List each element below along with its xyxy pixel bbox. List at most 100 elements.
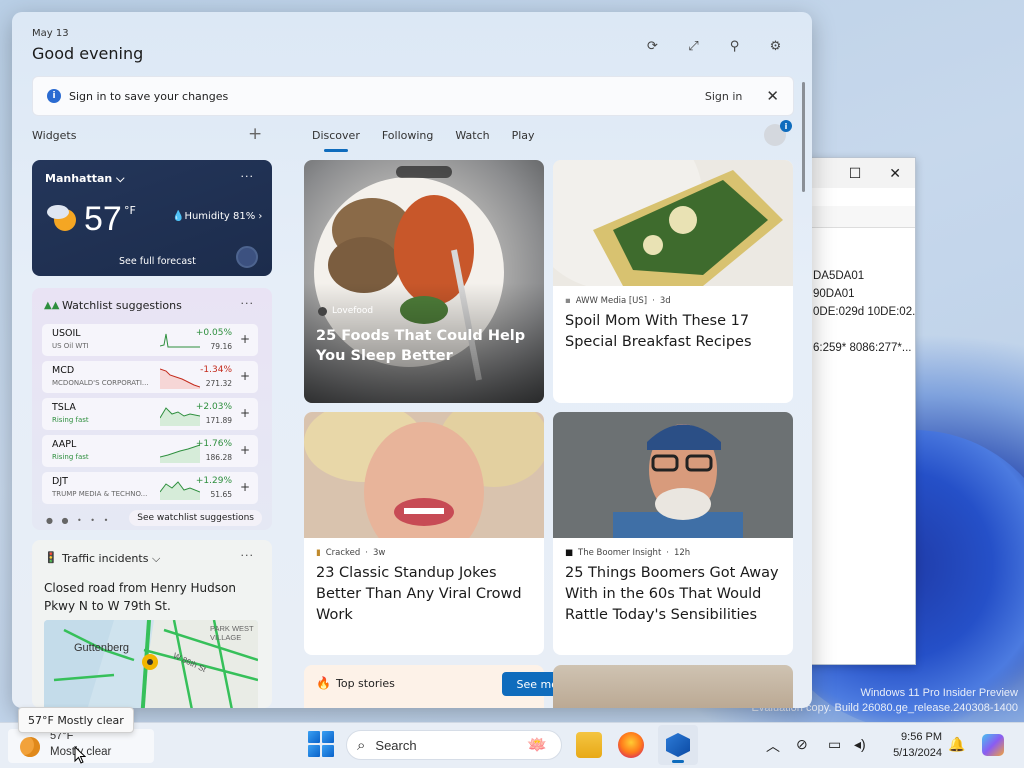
stock-symbol: AAPL [52, 439, 77, 450]
refresh-icon[interactable]: ⟳ [644, 38, 661, 55]
add-stock-button[interactable]: + [240, 369, 250, 383]
tab-watch[interactable]: Watch [455, 129, 489, 142]
feed-tabs: Discover Following Watch Play [312, 129, 535, 152]
network-icon[interactable]: ⊘ [796, 736, 808, 753]
stock-sub: MCDONALD'S CORPORATI... [52, 379, 149, 387]
search-input[interactable]: ⌕ Search 🪷 [346, 730, 562, 760]
article-title[interactable]: 25 Foods That Could Help You Sleep Bette… [316, 326, 536, 366]
watchlist-title: Watchlist suggestions [62, 299, 182, 312]
person-photo [304, 412, 544, 538]
avatar [236, 246, 258, 268]
copilot-icon[interactable] [982, 734, 1004, 756]
display-icon[interactable]: ▭ [828, 736, 841, 753]
widgets-label: Widgets [32, 129, 77, 142]
stock-symbol: USOIL [52, 328, 81, 339]
article-image [553, 160, 793, 286]
search-icon: ⌕ [357, 736, 366, 754]
widgets-app-button[interactable] [658, 725, 698, 765]
clock-time: 9:56 PM [901, 731, 942, 743]
tab-discover[interactable]: Discover [312, 129, 360, 152]
window-text-line: DA5DA01 [813, 270, 865, 282]
weather-humidity: 💧Humidity 81% › [172, 211, 263, 222]
panel-date: May 13 [32, 28, 69, 39]
settings-icon[interactable]: ⚙ [767, 38, 784, 55]
expand-icon[interactable]: ⤢ [685, 38, 702, 55]
forecast-link[interactable]: See full forecast [119, 256, 196, 267]
start-button[interactable] [308, 731, 334, 757]
stock-row[interactable]: TSLA Rising fast +2.03% 171.89 + [42, 398, 258, 430]
tab-following[interactable]: Following [382, 129, 434, 142]
watchlist-widget[interactable]: ▲▲ Watchlist suggestions ··· USOIL US Oi… [32, 288, 272, 530]
article-card-peek[interactable] [553, 665, 793, 708]
article-meta: ▮ Cracked · 3w [316, 548, 386, 558]
weather-widget[interactable]: Manhattan ⌵ ··· 57 °F 💧Humidity 81% › Se… [32, 160, 272, 276]
file-explorer-icon[interactable] [576, 732, 602, 758]
more-icon[interactable]: ··· [241, 297, 255, 310]
article-card[interactable]: ▮ Cracked · 3w 23 Classic Standup Jokes Bet… [304, 412, 544, 655]
clock-date: 5/13/2024 [893, 747, 942, 759]
bell-icon[interactable]: 🔔 [948, 736, 965, 753]
maximize-icon[interactable]: ☐ [849, 165, 862, 182]
more-icon[interactable]: ··· [241, 549, 255, 562]
add-stock-button[interactable]: + [240, 406, 250, 420]
sparkline [160, 407, 200, 426]
article-title[interactable]: 25 Things Boomers Got Away With in the 6… [565, 563, 785, 626]
stock-row[interactable]: MCD MCDONALD'S CORPORATI... -1.34% 271.3… [42, 361, 258, 393]
carousel-pager[interactable] [396, 166, 452, 178]
flame-icon: 🔥 [316, 676, 331, 690]
personalize-icon[interactable]: ⚲ [726, 38, 743, 55]
see-watchlist-link[interactable]: See watchlist suggestions [129, 510, 262, 526]
stock-sub: US Oil WTI [52, 342, 89, 350]
clock[interactable]: 9:56 PM 5/13/2024 [884, 729, 942, 761]
firefox-icon[interactable] [618, 732, 644, 758]
stock-change: +1.29% [195, 476, 232, 486]
stock-row[interactable]: USOIL US Oil WTI +0.05% 79.16 + [42, 324, 258, 356]
chevron-up-icon[interactable]: ︿ [766, 736, 780, 756]
scrollbar[interactable] [802, 82, 805, 192]
hero-article-card[interactable]: Lovefood 25 Foods That Could Help You Sl… [304, 160, 544, 403]
article-title[interactable]: 23 Classic Standup Jokes Better Than Any… [316, 563, 536, 626]
add-stock-button[interactable]: + [240, 480, 250, 494]
stock-change: +0.05% [195, 328, 232, 338]
traffic-widget[interactable]: 🚦 Traffic incidents ⌵ ··· Closed road fr… [32, 540, 272, 708]
traffic-description: Closed road from Henry Hudson Pkwy N to … [44, 581, 236, 613]
moon-cloud-icon [47, 205, 76, 231]
info-icon: i [47, 89, 61, 103]
sparkline [160, 368, 200, 389]
article-card[interactable]: ▪ AWW Media [US] · 3d Spoil Mom With These … [553, 160, 793, 403]
panel-header-icons: ⟳ ⤢ ⚲ ⚙ [644, 38, 784, 55]
add-stock-button[interactable]: + [240, 332, 250, 346]
stock-sub: TRUMP MEDIA & TECHNO... [52, 490, 148, 498]
volume-icon[interactable]: ◂) [854, 736, 866, 753]
traffic-map[interactable]: PARK WEST VILLAGE Guttenberg W 86th St [44, 620, 258, 708]
article-image [304, 412, 544, 538]
stock-change: -1.34% [200, 365, 232, 375]
more-icon[interactable]: ··· [241, 170, 255, 183]
article-title[interactable]: Spoil Mom With These 17 Special Breakfas… [565, 311, 785, 353]
close-icon[interactable]: ✕ [889, 165, 901, 182]
profile-avatar[interactable]: i [764, 120, 792, 146]
map-label: Guttenberg [74, 642, 130, 654]
background-window[interactable]: ☐ ✕ DA5DA01 90DA01 0DE:029d 10DE:02... 6… [808, 157, 916, 665]
add-stock-button[interactable]: + [240, 443, 250, 457]
signin-bar: i Sign in to save your changes Sign in ✕ [32, 76, 794, 116]
stock-symbol: MCD [52, 365, 75, 376]
map-label: PARK WEST VILLAGE [210, 624, 254, 642]
close-icon[interactable]: ✕ [766, 87, 779, 105]
stock-row[interactable]: AAPL Rising fast +1.76% 186.28 + [42, 435, 258, 467]
stock-row[interactable]: DJT TRUMP MEDIA & TECHNO... +1.29% 51.65… [42, 472, 258, 504]
sparkline [160, 481, 200, 500]
stock-symbol: TSLA [52, 402, 76, 413]
pagination-dots[interactable]: ● ● • • • [46, 516, 111, 525]
weather-location[interactable]: Manhattan ⌵ [45, 172, 124, 186]
app-icon [666, 733, 690, 757]
moon-icon [20, 737, 40, 757]
signin-link[interactable]: Sign in [705, 90, 743, 103]
signin-message: Sign in to save your changes [69, 89, 229, 103]
add-widget-button[interactable]: + [248, 124, 262, 144]
window-text-line: 0DE:029d 10DE:02... [813, 306, 915, 318]
tab-play[interactable]: Play [512, 129, 535, 142]
weather-unit: °F [124, 204, 136, 217]
article-card[interactable]: ■ The Boomer Insight · 12h 25 Things Boomer… [553, 412, 793, 655]
traffic-title[interactable]: Traffic incidents ⌵ [62, 552, 160, 566]
